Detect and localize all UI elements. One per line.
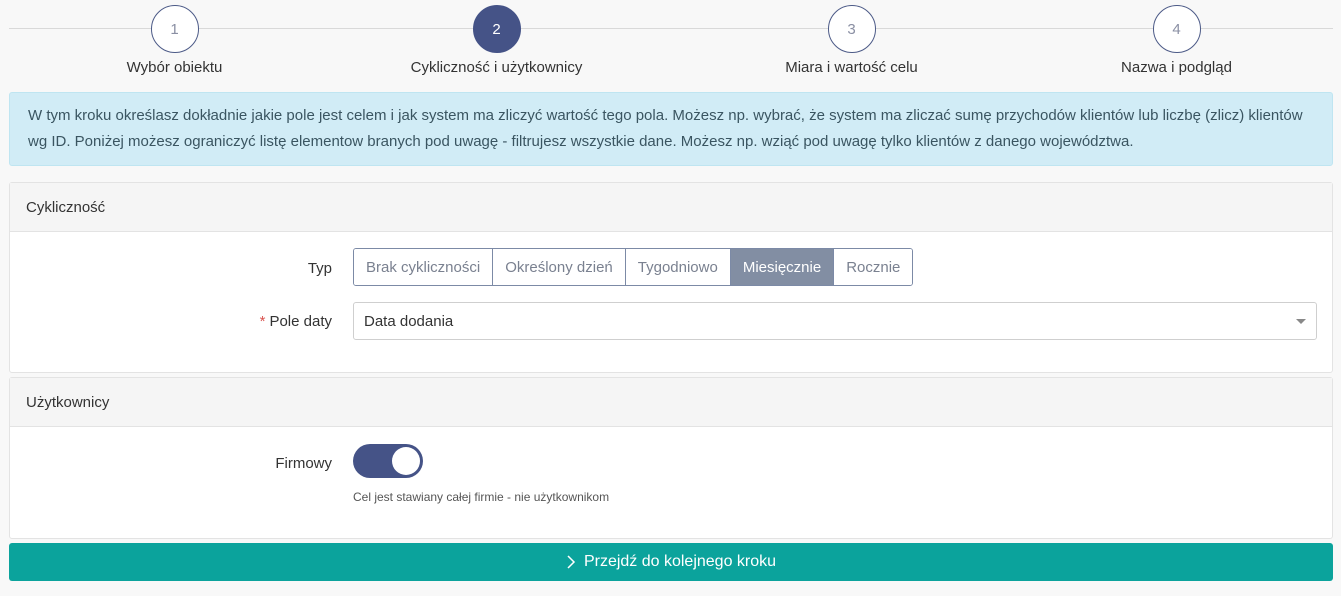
step-1-circle[interactable]: 1 <box>150 5 199 53</box>
toggle-knob <box>392 447 420 475</box>
type-label: Typ <box>307 260 332 277</box>
step-4-label: Nazwa i podgląd <box>1121 59 1232 76</box>
option-specific-day[interactable]: Określony dzień <box>493 249 626 285</box>
users-panel: Użytkownicy Firmowy Cel jest stawiany ca… <box>9 377 1333 539</box>
info-alert: W tym kroku określasz dokładnie jakie po… <box>9 92 1333 166</box>
step-4[interactable]: 4 Nazwa i podgląd <box>1011 5 1341 76</box>
option-no-cyclicity[interactable]: Brak cykliczności <box>354 249 494 285</box>
date-field-select[interactable]: Data dodania <box>353 302 1317 340</box>
option-weekly[interactable]: Tygodniowo <box>625 249 731 285</box>
step-3-label: Miara i wartość celu <box>785 59 918 76</box>
step-2[interactable]: 2 Cykliczność i użytkownicy <box>331 5 662 76</box>
step-2-circle[interactable]: 2 <box>472 5 521 53</box>
option-monthly[interactable]: Miesięcznie <box>730 249 835 285</box>
wizard-stepper: 1 Wybór obiektu 2 Cykliczność i użytkown… <box>9 0 1333 85</box>
required-marker: * <box>259 313 266 330</box>
step-1[interactable]: 1 Wybór obiektu <box>9 5 340 76</box>
next-step-button[interactable]: Przejdź do kolejnego kroku <box>9 543 1333 581</box>
company-help-text: Cel jest stawiany całej firmie - nie uży… <box>353 490 610 504</box>
date-field-value: Data dodania <box>364 312 454 330</box>
cyclicity-type-selector: Brak cykliczności Określony dzień Tygodn… <box>353 248 914 286</box>
company-toggle[interactable] <box>353 444 423 478</box>
users-panel-title: Użytkownicy <box>10 378 1332 427</box>
step-4-circle[interactable]: 4 <box>1152 5 1201 53</box>
step-1-label: Wybór obiektu <box>126 59 223 76</box>
date-field-label: * Pole daty <box>260 313 332 330</box>
date-field-label-text: Pole daty <box>269 313 332 330</box>
company-label: Firmowy <box>275 455 332 472</box>
chevron-right-icon <box>567 555 575 569</box>
step-3-circle[interactable]: 3 <box>827 5 876 53</box>
option-yearly[interactable]: Rocznie <box>834 249 913 285</box>
cyclicity-panel: Cykliczność Typ Brak cykliczności Określ… <box>9 182 1333 373</box>
cyclicity-panel-title: Cykliczność <box>10 183 1332 232</box>
next-step-label: Przejdź do kolejnego kroku <box>583 553 777 570</box>
caret-down-icon <box>1296 319 1306 324</box>
step-2-label: Cykliczność i użytkownicy <box>410 59 583 76</box>
step-3[interactable]: 3 Miara i wartość celu <box>686 5 1017 76</box>
